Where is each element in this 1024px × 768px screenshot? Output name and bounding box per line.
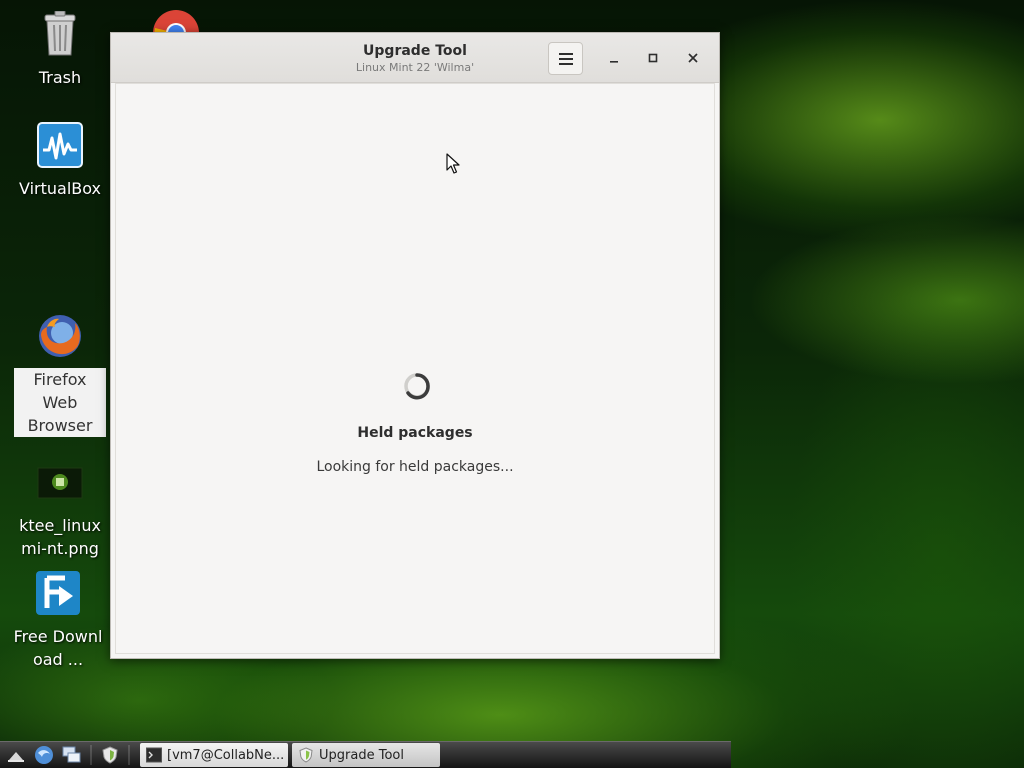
window-content: Held packages Looking for held packages.… xyxy=(115,83,715,654)
upgrade-tool-window: Upgrade Tool Linux Mint 22 'Wilma' Held … xyxy=(110,32,720,659)
taskbar-task-terminal[interactable]: [vm7@CollabNe... xyxy=(140,743,288,767)
taskbar-separator xyxy=(128,745,130,765)
window-titles: Upgrade Tool Linux Mint 22 'Wilma' xyxy=(111,42,719,75)
desktop-icon-firefox[interactable]: Firefox Web Browser xyxy=(8,312,112,437)
free-download-manager-icon xyxy=(34,569,82,617)
mintupdate-shield-icon xyxy=(102,746,118,764)
update-manager-tray[interactable] xyxy=(98,743,122,767)
terminal-icon xyxy=(146,747,162,763)
status-text: Looking for held packages... xyxy=(316,459,514,475)
maximize-icon xyxy=(648,53,658,63)
taskbar-task-label: [vm7@CollabNe... xyxy=(167,747,285,763)
loading-spinner-icon xyxy=(404,373,430,400)
desktop-icon-label: Trash xyxy=(38,68,82,87)
taskbar: [vm7@CollabNe... Upgrade Tool xyxy=(0,741,731,768)
minimize-button[interactable] xyxy=(603,47,625,69)
close-icon xyxy=(688,53,698,63)
desktop-icon-trash[interactable]: Trash xyxy=(8,10,112,89)
show-desktop-icon xyxy=(8,752,24,762)
minimize-icon xyxy=(610,61,618,63)
desktop-icon-virtualbox[interactable]: VirtualBox xyxy=(8,121,112,200)
desktop-icon-label: Firefox Web Browser xyxy=(14,368,106,437)
desktop-icon-label: VirtualBox xyxy=(18,179,102,198)
desktop-icon-free-download-manager[interactable]: Free Download ... xyxy=(6,569,110,671)
mint-shield-icon xyxy=(299,747,313,763)
window-titlebar[interactable]: Upgrade Tool Linux Mint 22 'Wilma' xyxy=(111,33,719,83)
image-file-icon xyxy=(36,458,84,506)
web-browser-icon xyxy=(35,746,53,764)
desktop-icon-label: ktee_linuxmi-nt.png xyxy=(19,516,101,558)
taskbar-separator xyxy=(90,745,92,765)
trash-icon xyxy=(36,10,84,58)
maximize-button[interactable] xyxy=(642,47,664,69)
window-subtitle: Linux Mint 22 'Wilma' xyxy=(355,61,475,74)
desktop-icon-image-file[interactable]: ktee_linuxmi-nt.png xyxy=(8,458,112,560)
virtualbox-icon xyxy=(36,121,84,169)
hamburger-menu-icon xyxy=(558,52,573,65)
taskbar-task-upgrade-tool[interactable]: Upgrade Tool xyxy=(292,743,440,767)
mouse-cursor-icon xyxy=(446,153,460,174)
status-title: Held packages xyxy=(357,425,473,441)
window-title: Upgrade Tool xyxy=(363,43,467,59)
show-desktop-button[interactable] xyxy=(4,743,28,767)
window-switcher-icon xyxy=(62,746,81,763)
web-browser-launcher[interactable] xyxy=(32,743,56,767)
desktop-icon-label: Free Download ... xyxy=(13,627,103,669)
window-switcher-launcher[interactable] xyxy=(60,743,84,767)
close-button[interactable] xyxy=(682,47,704,69)
taskbar-task-label: Upgrade Tool xyxy=(319,747,404,763)
firefox-icon xyxy=(36,312,84,360)
main-menu-button[interactable] xyxy=(548,42,583,75)
